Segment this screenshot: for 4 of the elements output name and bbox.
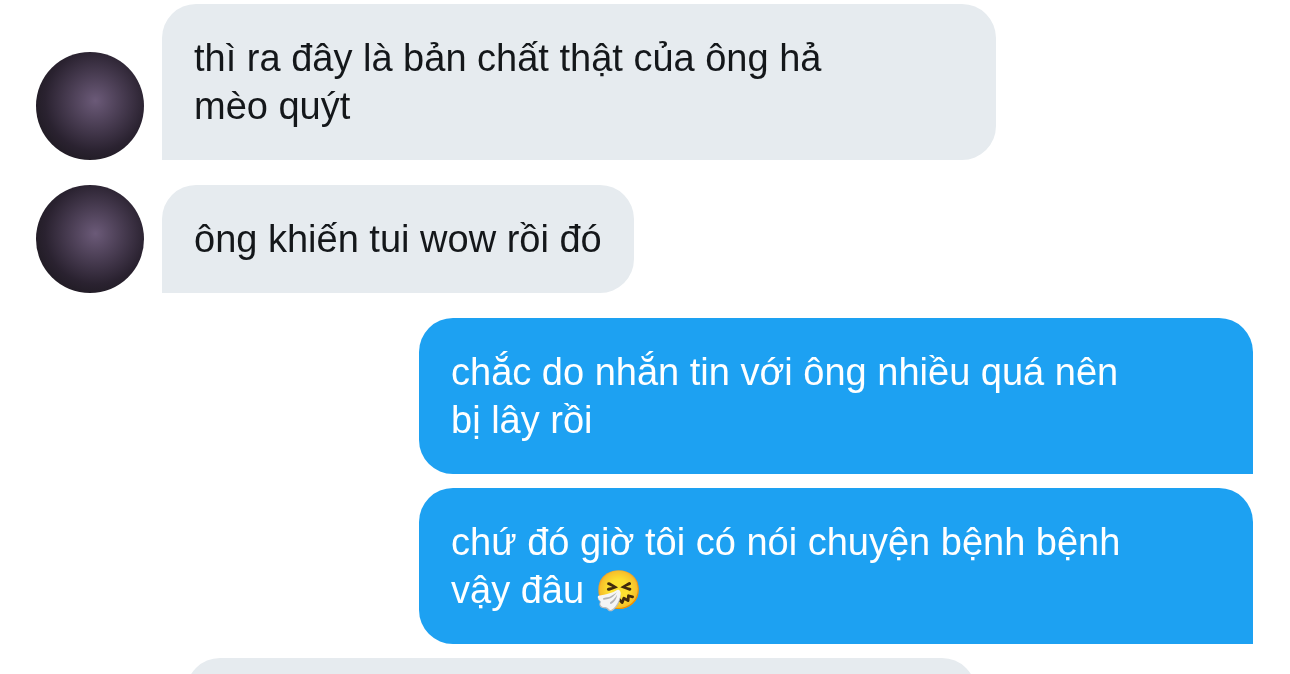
received-message: ông khiến tui wow rồi đó: [162, 185, 634, 293]
sent-message: chứ đó giờ tôi có nói chuyện bệnh bệnh vậy đâu 🤧: [419, 488, 1253, 644]
received-message: thì ra đây là bản chất thật của ông hả mèo quýt: [162, 4, 996, 160]
sent-message: chắc do nhắn tin với ông nhiều quá nên bị lây rồi: [419, 318, 1253, 474]
